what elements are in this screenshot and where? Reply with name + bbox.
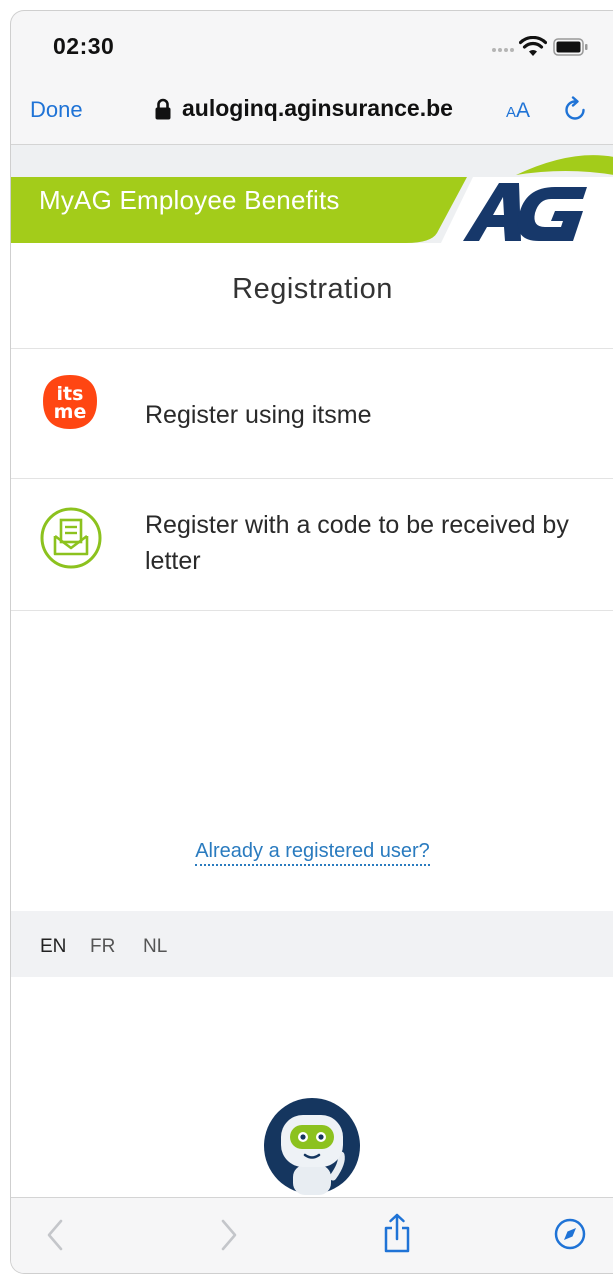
back-icon[interactable] [45, 1218, 65, 1252]
forward-icon[interactable] [219, 1218, 239, 1252]
text-size-big-label: A [516, 99, 531, 122]
divider [11, 348, 613, 349]
ag-logo-icon [463, 183, 587, 241]
option-label-itsme: Register using itsme [145, 401, 372, 429]
share-icon[interactable] [381, 1212, 413, 1254]
status-bar: 02:30 [11, 11, 613, 81]
brand-title: MyAG Employee Benefits [39, 185, 340, 215]
browser-toolbar [11, 1197, 613, 1273]
lock-icon [155, 98, 171, 120]
itsme-logo-text-me: me [54, 401, 87, 423]
wifi-icon [519, 36, 547, 56]
compass-icon[interactable] [553, 1217, 587, 1251]
itsme-logo-icon: its me [43, 375, 97, 429]
battery-icon [553, 38, 588, 56]
divider [11, 610, 613, 611]
language-fr[interactable]: FR [90, 936, 115, 958]
text-size-button[interactable]: AA [506, 99, 530, 123]
status-time: 02:30 [53, 33, 115, 59]
url-text[interactable]: auloginq.aginsurance.be [182, 95, 453, 122]
text-size-small-label: A [506, 104, 517, 121]
divider [11, 478, 613, 479]
robot-assistant-icon[interactable] [263, 1097, 361, 1195]
language-en[interactable]: EN [40, 936, 66, 958]
browser-address-bar: Done auloginq.aginsurance.be AA [11, 81, 613, 145]
language-nl[interactable]: NL [143, 936, 167, 958]
phone-screen: 02:30 Done auloginq.aginsurance.be AA My… [10, 10, 613, 1274]
page-title: Registration [232, 273, 393, 305]
done-button[interactable]: Done [30, 97, 83, 123]
cellular-signal-icon [492, 48, 514, 52]
already-registered-link[interactable]: Already a registered user? [195, 840, 430, 866]
reload-icon[interactable] [563, 96, 589, 126]
letter-envelope-icon [40, 507, 102, 569]
web-page: MyAG Employee Benefits Registration its … [11, 145, 613, 1197]
brand-header: MyAG Employee Benefits [11, 145, 613, 243]
already-registered-container: Already a registered user? [11, 840, 613, 866]
language-switcher: EN FR NL [11, 911, 613, 977]
option-label-letter-code: Register with a code to be received by l… [145, 511, 569, 575]
